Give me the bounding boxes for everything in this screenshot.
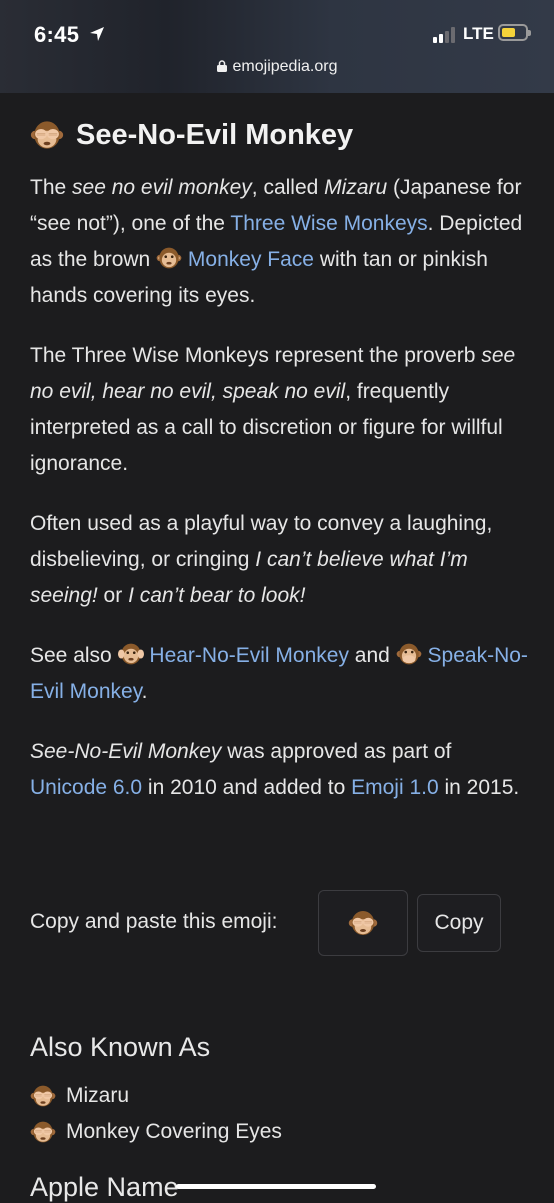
also-known-as-heading: Also Known As: [30, 1032, 211, 1062]
speak-no-evil-monkey-emoji: [396, 641, 422, 667]
copy-label: Copy and paste this emoji:: [30, 910, 278, 933]
see-no-evil-monkey-emoji: [348, 908, 378, 938]
link-emoji-1[interactable]: Emoji 1.0: [351, 776, 439, 799]
list-item: Mizaru: [30, 1078, 530, 1114]
article: See-No-Evil Monkey The see no evil monke…: [30, 112, 530, 1202]
lock-icon: [216, 60, 227, 72]
paragraph-description: The see no evil monkey, called Mizaru (J…: [30, 176, 523, 307]
hear-no-evil-monkey-emoji: [118, 641, 144, 667]
paragraph-proverb: The Three Wise Monkeys represent the pro…: [30, 344, 516, 475]
link-three-wise-monkeys[interactable]: Three Wise Monkeys: [230, 212, 427, 235]
page-title: See-No-Evil Monkey: [30, 112, 530, 158]
copy-row: Copy and paste this emoji: Copy: [30, 890, 530, 960]
battery-icon: [498, 24, 531, 41]
network-type: LTE: [463, 24, 494, 43]
url-bar[interactable]: emojipedia.org: [0, 58, 554, 84]
link-hear-no-evil-monkey[interactable]: Hear-No-Evil Monkey: [149, 644, 349, 667]
location-arrow-icon: [90, 27, 104, 41]
copy-emoji-field[interactable]: [318, 890, 408, 956]
page-title-text: See-No-Evil Monkey: [76, 119, 354, 151]
home-indicator[interactable]: [176, 1184, 376, 1189]
see-no-evil-monkey-emoji: [30, 1083, 56, 1109]
status-time: 6:45: [34, 22, 80, 47]
link-unicode-6[interactable]: Unicode 6.0: [30, 776, 142, 799]
paragraph-see-also: See also Hear-No-Evil Monkey and Speak-N…: [30, 638, 530, 710]
list-item: Monkey Covering Eyes: [30, 1114, 530, 1150]
paragraph-versions: See-No-Evil Monkey was approved as part …: [30, 740, 520, 799]
url-text: emojipedia.org: [232, 58, 338, 75]
signal-icon: [433, 27, 455, 43]
see-no-evil-monkey-emoji: [30, 1119, 56, 1145]
apple-name-heading: Apple Name: [30, 1172, 179, 1202]
status-and-url-bar: 6:45 LTE emojipedia.org: [0, 0, 554, 93]
link-monkey-face[interactable]: Monkey Face: [188, 248, 314, 271]
paragraph-usage: Often used as a playful way to convey a …: [30, 512, 493, 607]
also-known-as-list: Mizaru Monkey Covering Eyes: [30, 1078, 530, 1150]
see-no-evil-monkey-emoji: [30, 118, 64, 152]
copy-button[interactable]: Copy: [417, 894, 501, 952]
monkey-face-emoji: [156, 245, 182, 271]
